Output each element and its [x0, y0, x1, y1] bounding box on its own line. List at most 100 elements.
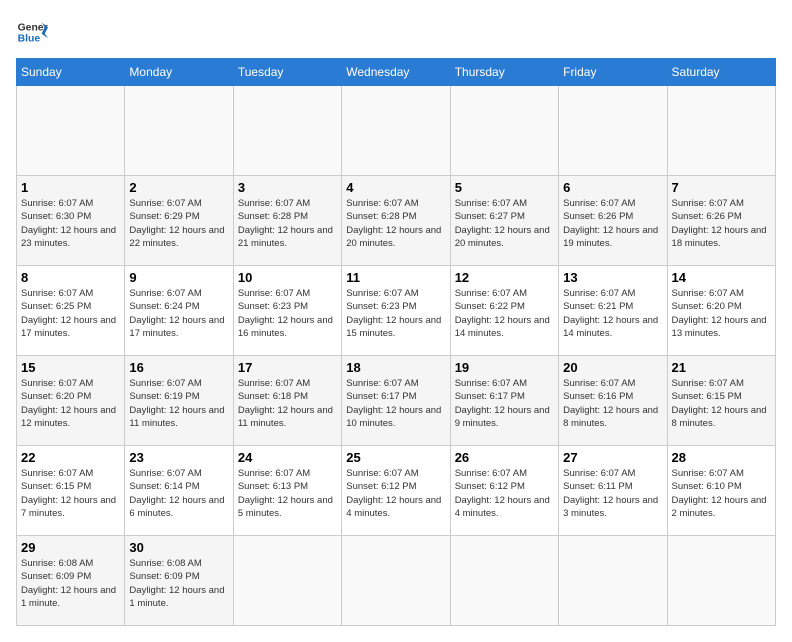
day-info: Sunrise: 6:07 AMSunset: 6:22 PMDaylight:…: [455, 287, 554, 340]
calendar-cell: 1 Sunrise: 6:07 AMSunset: 6:30 PMDaylight…: [17, 176, 125, 266]
day-number: 14: [672, 270, 771, 285]
day-info: Sunrise: 6:07 AMSunset: 6:20 PMDaylight:…: [21, 377, 120, 430]
calendar-week-5: 22 Sunrise: 6:07 AMSunset: 6:15 PMDayligh…: [17, 446, 776, 536]
weekday-header-saturday: Saturday: [667, 59, 775, 86]
calendar-cell: 2Sunrise: 6:07 AMSunset: 6:29 PMDaylight…: [125, 176, 233, 266]
weekday-header-wednesday: Wednesday: [342, 59, 450, 86]
calendar-table: SundayMondayTuesdayWednesdayThursdayFrid…: [16, 58, 776, 626]
day-number: 18: [346, 360, 445, 375]
day-number: 15: [21, 360, 120, 375]
calendar-cell: 10 Sunrise: 6:07 AMSunset: 6:23 PMDayligh…: [233, 266, 341, 356]
day-info: Sunrise: 6:07 AMSunset: 6:26 PMDaylight:…: [563, 197, 662, 250]
calendar-cell: 7Sunrise: 6:07 AMSunset: 6:26 PMDaylight…: [667, 176, 775, 266]
calendar-cell: [450, 86, 558, 176]
day-info: Sunrise: 6:07 AMSunset: 6:24 PMDaylight:…: [129, 287, 228, 340]
calendar-cell: 20 Sunrise: 6:07 AMSunset: 6:16 PMDayligh…: [559, 356, 667, 446]
day-number: 24: [238, 450, 337, 465]
day-number: 4: [346, 180, 445, 195]
calendar-cell: 16 Sunrise: 6:07 AMSunset: 6:19 PMDayligh…: [125, 356, 233, 446]
calendar-cell: 17Sunrise: 6:07 AMSunset: 6:18 PMDayligh…: [233, 356, 341, 446]
calendar-cell: [667, 86, 775, 176]
day-info: Sunrise: 6:08 AMSunset: 6:09 PMDaylight:…: [21, 557, 120, 610]
weekday-header-friday: Friday: [559, 59, 667, 86]
day-info: Sunrise: 6:07 AMSunset: 6:16 PMDaylight:…: [563, 377, 662, 430]
calendar-header-row: SundayMondayTuesdayWednesdayThursdayFrid…: [17, 59, 776, 86]
calendar-cell: 9 Sunrise: 6:07 AMSunset: 6:24 PMDaylight…: [125, 266, 233, 356]
day-number: 28: [672, 450, 771, 465]
calendar-week-1: [17, 86, 776, 176]
calendar-cell: 5Sunrise: 6:07 AMSunset: 6:27 PMDaylight…: [450, 176, 558, 266]
calendar-cell: [450, 536, 558, 626]
calendar-cell: 3 Sunrise: 6:07 AMSunset: 6:28 PMDaylight…: [233, 176, 341, 266]
day-number: 1: [21, 180, 120, 195]
calendar-cell: 13Sunrise: 6:07 AMSunset: 6:21 PMDayligh…: [559, 266, 667, 356]
day-number: 11: [346, 270, 445, 285]
day-info: Sunrise: 6:07 AMSunset: 6:30 PMDaylight:…: [21, 197, 120, 250]
day-info: Sunrise: 6:07 AMSunset: 6:28 PMDaylight:…: [238, 197, 337, 250]
day-info: Sunrise: 6:07 AMSunset: 6:13 PMDaylight:…: [238, 467, 337, 520]
day-info: Sunrise: 6:07 AMSunset: 6:12 PMDaylight:…: [346, 467, 445, 520]
svg-text:Blue: Blue: [18, 34, 41, 45]
calendar-cell: 4Sunrise: 6:07 AMSunset: 6:28 PMDaylight…: [342, 176, 450, 266]
calendar-cell: 11 Sunrise: 6:07 AMSunset: 6:23 PMDayligh…: [342, 266, 450, 356]
day-info: Sunrise: 6:07 AMSunset: 6:26 PMDaylight:…: [672, 197, 771, 250]
logo-icon: General Blue: [16, 16, 48, 48]
day-number: 27: [563, 450, 662, 465]
day-number: 12: [455, 270, 554, 285]
header: General Blue: [16, 16, 776, 48]
day-info: Sunrise: 6:07 AMSunset: 6:12 PMDaylight:…: [455, 467, 554, 520]
day-number: 6: [563, 180, 662, 195]
day-number: 20: [563, 360, 662, 375]
calendar-cell: 23Sunrise: 6:07 AMSunset: 6:14 PMDayligh…: [125, 446, 233, 536]
calendar-week-2: 1 Sunrise: 6:07 AMSunset: 6:30 PMDaylight…: [17, 176, 776, 266]
day-info: Sunrise: 6:07 AMSunset: 6:15 PMDaylight:…: [21, 467, 120, 520]
calendar-cell: 24 Sunrise: 6:07 AMSunset: 6:13 PMDayligh…: [233, 446, 341, 536]
calendar-cell: [17, 86, 125, 176]
calendar-cell: [342, 536, 450, 626]
day-number: 9: [129, 270, 228, 285]
day-number: 3: [238, 180, 337, 195]
day-info: Sunrise: 6:07 AMSunset: 6:11 PMDaylight:…: [563, 467, 662, 520]
calendar-cell: 8 Sunrise: 6:07 AMSunset: 6:25 PMDaylight…: [17, 266, 125, 356]
weekday-header-sunday: Sunday: [17, 59, 125, 86]
day-number: 8: [21, 270, 120, 285]
calendar-cell: 25Sunrise: 6:07 AMSunset: 6:12 PMDayligh…: [342, 446, 450, 536]
calendar-cell: 27 Sunrise: 6:07 AMSunset: 6:11 PMDayligh…: [559, 446, 667, 536]
logo: General Blue: [16, 16, 48, 48]
day-info: Sunrise: 6:08 AMSunset: 6:09 PMDaylight:…: [129, 557, 228, 610]
calendar-cell: [559, 86, 667, 176]
day-number: 2: [129, 180, 228, 195]
calendar-cell: 21Sunrise: 6:07 AMSunset: 6:15 PMDayligh…: [667, 356, 775, 446]
day-number: 22: [21, 450, 120, 465]
day-number: 29: [21, 540, 120, 555]
day-info: Sunrise: 6:07 AMSunset: 6:23 PMDaylight:…: [238, 287, 337, 340]
day-info: Sunrise: 6:07 AMSunset: 6:23 PMDaylight:…: [346, 287, 445, 340]
weekday-header-thursday: Thursday: [450, 59, 558, 86]
day-info: Sunrise: 6:07 AMSunset: 6:25 PMDaylight:…: [21, 287, 120, 340]
day-number: 17: [238, 360, 337, 375]
day-number: 26: [455, 450, 554, 465]
calendar-cell: [342, 86, 450, 176]
day-info: Sunrise: 6:07 AMSunset: 6:19 PMDaylight:…: [129, 377, 228, 430]
calendar-cell: [559, 536, 667, 626]
day-info: Sunrise: 6:07 AMSunset: 6:17 PMDaylight:…: [455, 377, 554, 430]
calendar-cell: 14 Sunrise: 6:07 AMSunset: 6:20 PMDayligh…: [667, 266, 775, 356]
day-number: 13: [563, 270, 662, 285]
day-number: 5: [455, 180, 554, 195]
calendar-cell: 19Sunrise: 6:07 AMSunset: 6:17 PMDayligh…: [450, 356, 558, 446]
day-number: 16: [129, 360, 228, 375]
calendar-cell: [667, 536, 775, 626]
day-number: 23: [129, 450, 228, 465]
calendar-cell: 12 Sunrise: 6:07 AMSunset: 6:22 PMDayligh…: [450, 266, 558, 356]
calendar-cell: 30 Sunrise: 6:08 AMSunset: 6:09 PMDayligh…: [125, 536, 233, 626]
weekday-header-monday: Monday: [125, 59, 233, 86]
calendar-cell: 6 Sunrise: 6:07 AMSunset: 6:26 PMDaylight…: [559, 176, 667, 266]
calendar-cell: 26 Sunrise: 6:07 AMSunset: 6:12 PMDayligh…: [450, 446, 558, 536]
calendar-week-3: 8 Sunrise: 6:07 AMSunset: 6:25 PMDaylight…: [17, 266, 776, 356]
calendar-cell: 28Sunrise: 6:07 AMSunset: 6:10 PMDayligh…: [667, 446, 775, 536]
day-info: Sunrise: 6:07 AMSunset: 6:20 PMDaylight:…: [672, 287, 771, 340]
calendar-week-6: 29 Sunrise: 6:08 AMSunset: 6:09 PMDayligh…: [17, 536, 776, 626]
day-number: 30: [129, 540, 228, 555]
day-number: 10: [238, 270, 337, 285]
day-number: 21: [672, 360, 771, 375]
